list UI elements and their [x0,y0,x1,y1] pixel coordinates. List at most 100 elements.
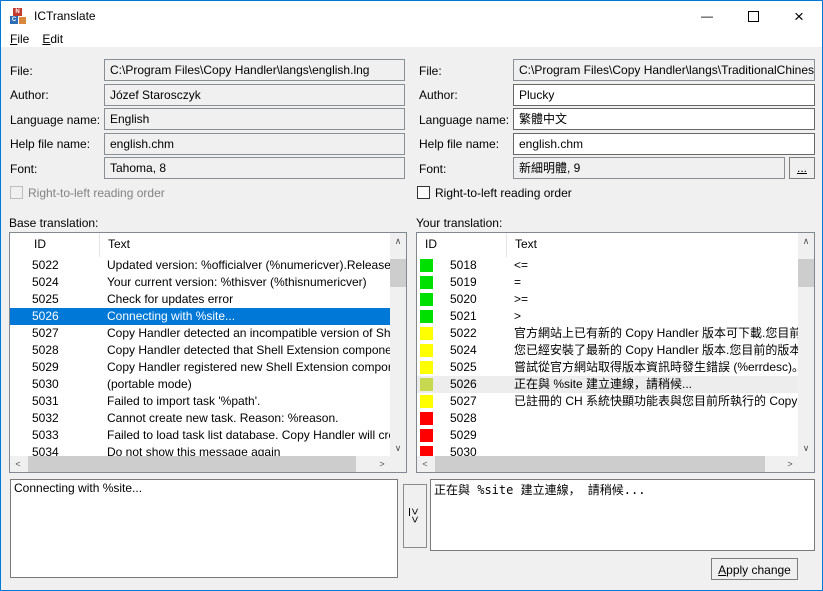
table-row[interactable]: 5031 Failed to import task '%path'. [10,393,390,410]
helpfile-field-left: english.chm [104,133,405,155]
rtl-label-right: Right-to-left reading order [435,186,572,200]
table-row[interactable]: 5032 Cannot create new task. Reason: %re… [10,410,390,427]
rtl-label-left: Right-to-left reading order [28,186,165,200]
table-row[interactable]: 5029 [417,427,798,444]
table-row[interactable]: 5028 [417,410,798,427]
row-text: Copy Handler detected that Shell Extensi… [107,343,390,357]
row-id-cell: 5028 [10,342,99,359]
status-square [420,412,433,425]
row-id-cell: 5032 [10,410,99,427]
status-square [420,327,433,340]
maximize-button[interactable] [730,1,776,31]
menu-file[interactable]: File [10,32,29,46]
scrollbar-thumb[interactable] [435,456,765,472]
row-id-cell: 5030 [10,376,99,393]
base-list-header[interactable]: ID Text [10,233,390,257]
vertical-scrollbar[interactable]: ∧ ∨ [798,233,814,456]
scroll-down-icon[interactable]: ∨ [798,440,814,456]
scroll-up-icon[interactable]: ∧ [798,233,814,249]
app-icon: N C [10,8,26,24]
row-id: 5026 [32,309,59,323]
table-row[interactable]: 5026 Connecting with %site... [10,308,390,325]
apply-change-button[interactable]: Apply change [711,558,798,580]
table-row[interactable]: 5021 > [417,308,798,325]
table-row[interactable]: 5030 [417,444,798,456]
row-id: 5025 [450,360,477,374]
scrollbar-thumb[interactable] [798,259,814,287]
file-label-left: File: [10,64,33,78]
scroll-left-icon[interactable]: < [417,456,433,472]
table-row[interactable]: 5027 Copy Handler detected an incompatib… [10,325,390,342]
icon-block-n: N [13,8,22,16]
font-picker-button[interactable]: ... [789,157,815,179]
status-square [420,310,433,323]
table-row[interactable]: 5024 Your current version: %thisver (%th… [10,274,390,291]
author-label-right: Author: [419,88,458,102]
close-button[interactable]: × [776,1,822,31]
table-row[interactable]: 5025 嘗試從官方網站取得版本資訊時發生錯誤 (%errdesc)。 [417,359,798,376]
row-id-cell: 5026 [417,376,506,393]
scrollbar-thumb[interactable] [28,456,356,472]
row-text: Connecting with %site... [107,309,236,323]
table-row[interactable]: 5033 Failed to load task list database. … [10,427,390,444]
table-row[interactable]: 5034 Do not show this message again [10,444,390,456]
row-id-cell: 5026 [10,308,99,325]
table-row[interactable]: 5026 正在與 %site 建立連線，請稍候... [417,376,798,393]
column-header-id[interactable]: ID [417,233,506,257]
row-text: <= [514,258,529,272]
row-text [506,427,798,444]
scroll-up-icon[interactable]: ∧ [390,233,406,249]
your-text-editor[interactable]: 正在與 %site 建立連線， 請稍候... [430,479,815,551]
row-id: 5029 [450,428,477,442]
file-field-left: C:\Program Files\Copy Handler\langs\engl… [104,59,405,81]
scroll-right-icon[interactable]: > [782,456,798,472]
your-list-header[interactable]: ID Text [417,233,798,257]
file-label-right: File: [419,64,442,78]
base-text-editor[interactable]: Connecting with %site... [10,479,398,578]
copy-text-button[interactable]: >> [403,484,427,548]
table-row[interactable]: 5024 您已經安裝了最新的 Copy Handler 版本.您目前的版本: . [417,342,798,359]
table-row[interactable]: 5019 = [417,274,798,291]
scroll-down-icon[interactable]: ∨ [390,440,406,456]
row-id: 5029 [32,360,59,374]
menu-edit[interactable]: Edit [42,32,63,46]
row-text [506,444,798,456]
helpfile-field-right[interactable]: english.chm [513,133,815,155]
row-id-cell: 5033 [10,427,99,444]
apply-rest: pply change [726,563,791,577]
table-row[interactable]: 5029 Copy Handler registered new Shell E… [10,359,390,376]
scroll-right-icon[interactable]: > [374,456,390,472]
vertical-scrollbar[interactable]: ∧ ∨ [390,233,406,456]
row-id: 5032 [32,411,59,425]
helpfile-label-right: Help file name: [419,137,500,151]
column-header-text[interactable]: Text [99,233,390,257]
scrollbar-thumb[interactable] [390,259,406,287]
maximize-icon [747,10,759,22]
horizontal-scrollbar[interactable]: < > [10,456,390,472]
rtl-checkbox-right[interactable] [417,186,430,199]
table-row[interactable]: 5027 已註冊的 CH 系統快顯功能表與您目前所執行的 Copy Ha [417,393,798,410]
row-id: 5031 [32,394,59,408]
table-row[interactable]: 5020 >= [417,291,798,308]
table-row[interactable]: 5022 Updated version: %officialver (%num… [10,257,390,274]
table-row[interactable]: 5028 Copy Handler detected that Shell Ex… [10,342,390,359]
horizontal-scrollbar[interactable]: < > [417,456,798,472]
close-icon: × [794,6,804,26]
copy-rest: > [408,516,422,525]
caption-buttons: — × [684,1,822,31]
status-square [420,276,433,289]
table-row[interactable]: 5030 (portable mode) [10,376,390,393]
scrollbar-corner [798,456,814,472]
language-field-right[interactable]: 繁體中文 [513,108,815,130]
status-square [420,446,433,456]
table-row[interactable]: 5022 官方網站上已有新的 Copy Handler 版本可下載.您目前的 [417,325,798,342]
table-row[interactable]: 5025 Check for updates error [10,291,390,308]
author-field-right[interactable]: Plucky [513,84,815,106]
column-header-text[interactable]: Text [506,233,798,257]
minimize-button[interactable]: — [684,1,730,31]
scroll-left-icon[interactable]: < [10,456,26,472]
row-text: >= [514,292,529,306]
row-text: > [514,309,522,323]
table-row[interactable]: 5018 <= [417,257,798,274]
column-header-id[interactable]: ID [10,233,99,257]
